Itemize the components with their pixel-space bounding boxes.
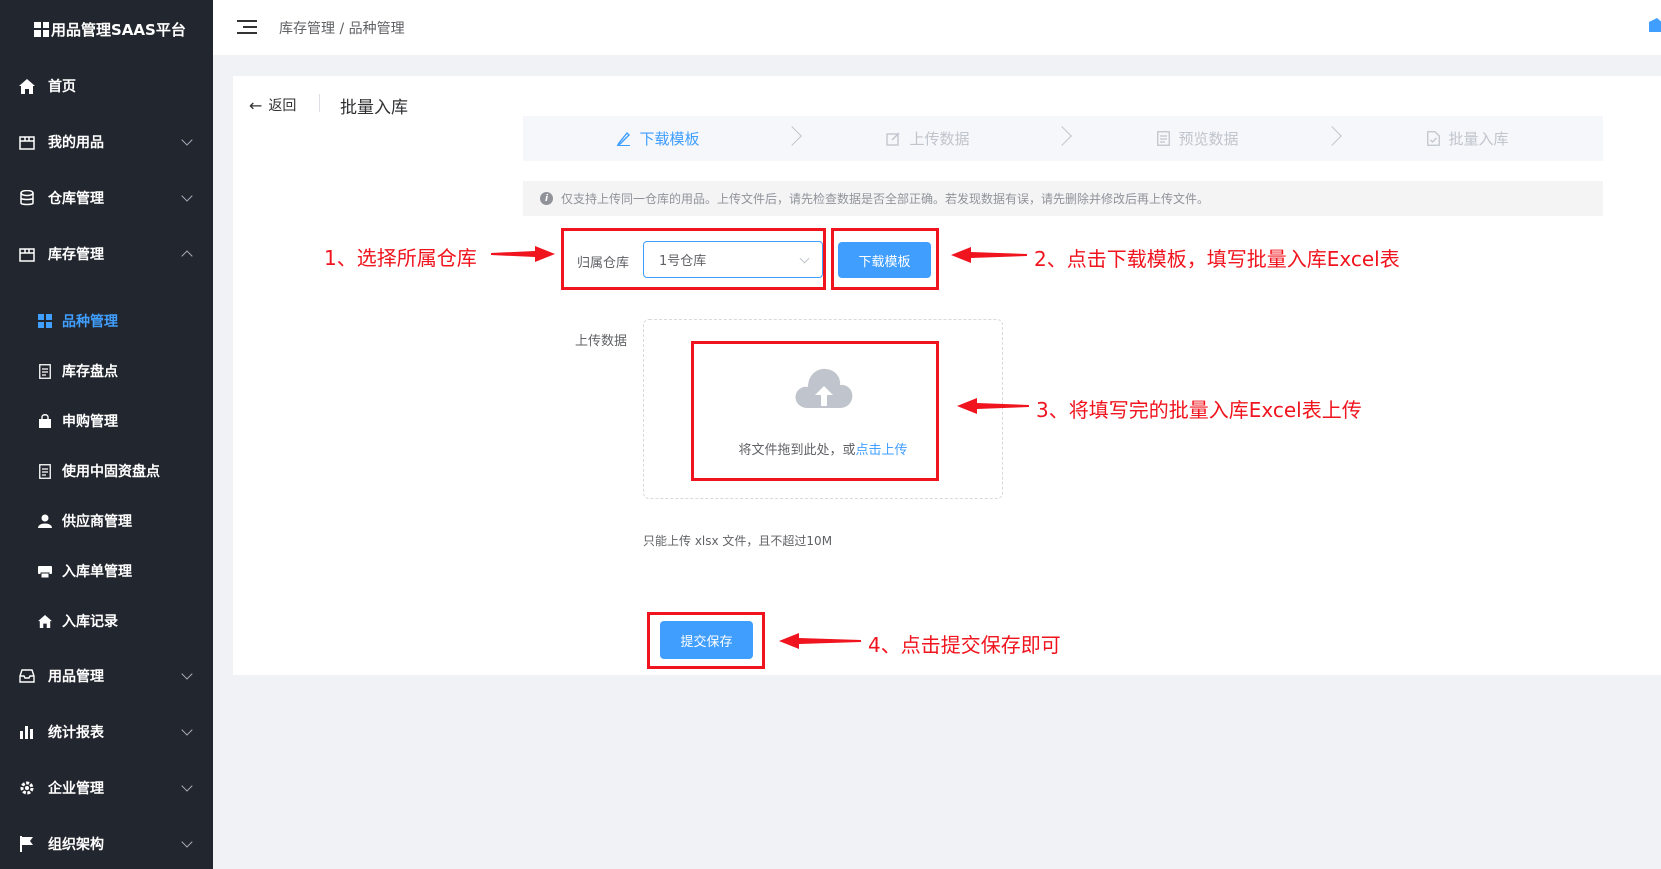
page-title: 批量入库 xyxy=(340,98,408,118)
step-upload-data: 上传数据 xyxy=(793,116,1072,161)
database-icon xyxy=(18,189,36,207)
sidebar-item-supplies[interactable]: 用品管理 xyxy=(0,648,213,704)
submit-save-button[interactable]: 提交保存 xyxy=(660,621,753,659)
document-icon xyxy=(37,363,53,379)
annotation-arrow-right-icon xyxy=(491,246,555,262)
annotation-step-2: 2、点击下载模板，填写批量入库Excel表 xyxy=(1034,247,1400,271)
flag-icon xyxy=(18,835,36,853)
annotation-step-3: 3、将填写完的批量入库Excel表上传 xyxy=(1036,398,1362,422)
steps-bar: 下载模板 上传数据 预览数据 批量入库 xyxy=(523,116,1603,161)
divider xyxy=(319,94,320,112)
sidebar-item-warehouse[interactable]: 仓库管理 xyxy=(0,170,213,226)
sidebar-item-reports[interactable]: 统计报表 xyxy=(0,704,213,760)
annotation-arrow-left-icon xyxy=(779,633,861,649)
inbox-icon xyxy=(18,667,36,685)
back-button[interactable]: ← 返回 xyxy=(249,95,296,115)
bag-icon xyxy=(37,413,53,429)
sidebar-item-home[interactable]: 首页 xyxy=(0,58,213,114)
home-icon xyxy=(18,77,36,95)
sidebar-item-my-supplies[interactable]: 我的用品 xyxy=(0,114,213,170)
chevron-down-icon xyxy=(181,668,193,680)
chevron-down-icon xyxy=(181,190,193,202)
step-preview-data: 预览数据 xyxy=(1063,116,1342,161)
app-title: 用品管理SAAS平台 xyxy=(51,20,186,39)
annotation-step-4: 4、点击提交保存即可 xyxy=(868,633,1061,657)
printer-icon xyxy=(37,563,53,579)
breadcrumb: 库存管理 / 品种管理 xyxy=(279,20,405,37)
top-header: 库存管理 / 品种管理 xyxy=(213,0,1661,55)
sidebar-item-organization[interactable]: 组织架构 xyxy=(0,816,213,869)
edit-icon xyxy=(616,131,631,146)
download-template-button[interactable]: 下载模板 xyxy=(838,242,931,278)
grid-icon xyxy=(37,313,53,329)
sidebar-subitem-variety[interactable]: 品种管理 xyxy=(0,296,213,346)
content-card: ← 返回 批量入库 下载模板 上传数据 预览数据 批量入库 i 仅支持上传同一仓… xyxy=(233,76,1661,675)
home-icon xyxy=(37,613,53,629)
sidebar: 用品管理SAAS平台 首页 我的用品 仓库管理 库存管理 品种管理 库存盘点 申… xyxy=(0,0,213,869)
step-batch-import: 批量入库 xyxy=(1333,116,1603,161)
brand[interactable]: 用品管理SAAS平台 xyxy=(0,0,213,58)
chevron-down-icon xyxy=(181,134,193,146)
sidebar-item-inventory[interactable]: 库存管理 xyxy=(0,226,213,282)
warehouse-select[interactable]: 1号仓库 xyxy=(643,241,823,278)
chevron-up-icon xyxy=(181,250,193,262)
annotation-step-1: 1、选择所属仓库 xyxy=(324,246,477,270)
annotation-arrow-left-icon xyxy=(951,247,1027,263)
sidebar-subitem-stocktake[interactable]: 库存盘点 xyxy=(0,346,213,396)
user-icon xyxy=(37,513,53,529)
upload-label: 上传数据 xyxy=(575,334,628,349)
sidebar-subitem-fixed-assets[interactable]: 使用中固资盘点 xyxy=(0,446,213,496)
upload-tip: 只能上传 xlsx 文件，且不超过10M xyxy=(643,534,833,548)
chevron-down-icon xyxy=(181,724,193,736)
sidebar-item-enterprise[interactable]: 企业管理 xyxy=(0,760,213,816)
document-check-icon xyxy=(1427,131,1441,146)
grid-logo-icon xyxy=(34,21,49,37)
document-icon xyxy=(37,463,53,479)
document-icon xyxy=(1157,131,1171,146)
inventory-icon xyxy=(18,245,36,263)
warehouse-label: 归属仓库 xyxy=(577,256,630,271)
info-alert: i 仅支持上传同一仓库的用品。上传文件后，请先检查数据是否全部正确。若发现数据有… xyxy=(523,181,1603,216)
header-home-icon[interactable] xyxy=(1649,18,1661,36)
upload-hint: 将文件拖到此处，或点击上传 xyxy=(738,443,908,458)
sidebar-subitem-supplier[interactable]: 供应商管理 xyxy=(0,496,213,546)
click-upload-link[interactable]: 点击上传 xyxy=(856,443,908,458)
annotation-arrow-left-icon xyxy=(957,398,1029,414)
sidebar-subitem-records[interactable]: 入库记录 xyxy=(0,596,213,646)
box-icon xyxy=(18,133,36,151)
sidebar-subitem-receipt[interactable]: 入库单管理 xyxy=(0,546,213,596)
gear-icon xyxy=(18,779,36,797)
arrow-left-icon: ← xyxy=(249,95,263,115)
chart-icon xyxy=(18,723,36,741)
sidebar-subitem-purchase[interactable]: 申购管理 xyxy=(0,396,213,446)
menu-toggle-icon[interactable] xyxy=(237,19,257,36)
chevron-down-icon xyxy=(181,780,193,792)
edit-box-icon xyxy=(886,131,901,146)
chevron-down-icon xyxy=(799,253,810,264)
info-icon: i xyxy=(540,192,553,205)
cloud-upload-icon xyxy=(794,364,854,414)
upload-dropzone[interactable]: 将文件拖到此处，或点击上传 xyxy=(643,319,1003,499)
chevron-down-icon xyxy=(181,836,193,848)
step-download-template: 下载模板 xyxy=(523,116,802,161)
